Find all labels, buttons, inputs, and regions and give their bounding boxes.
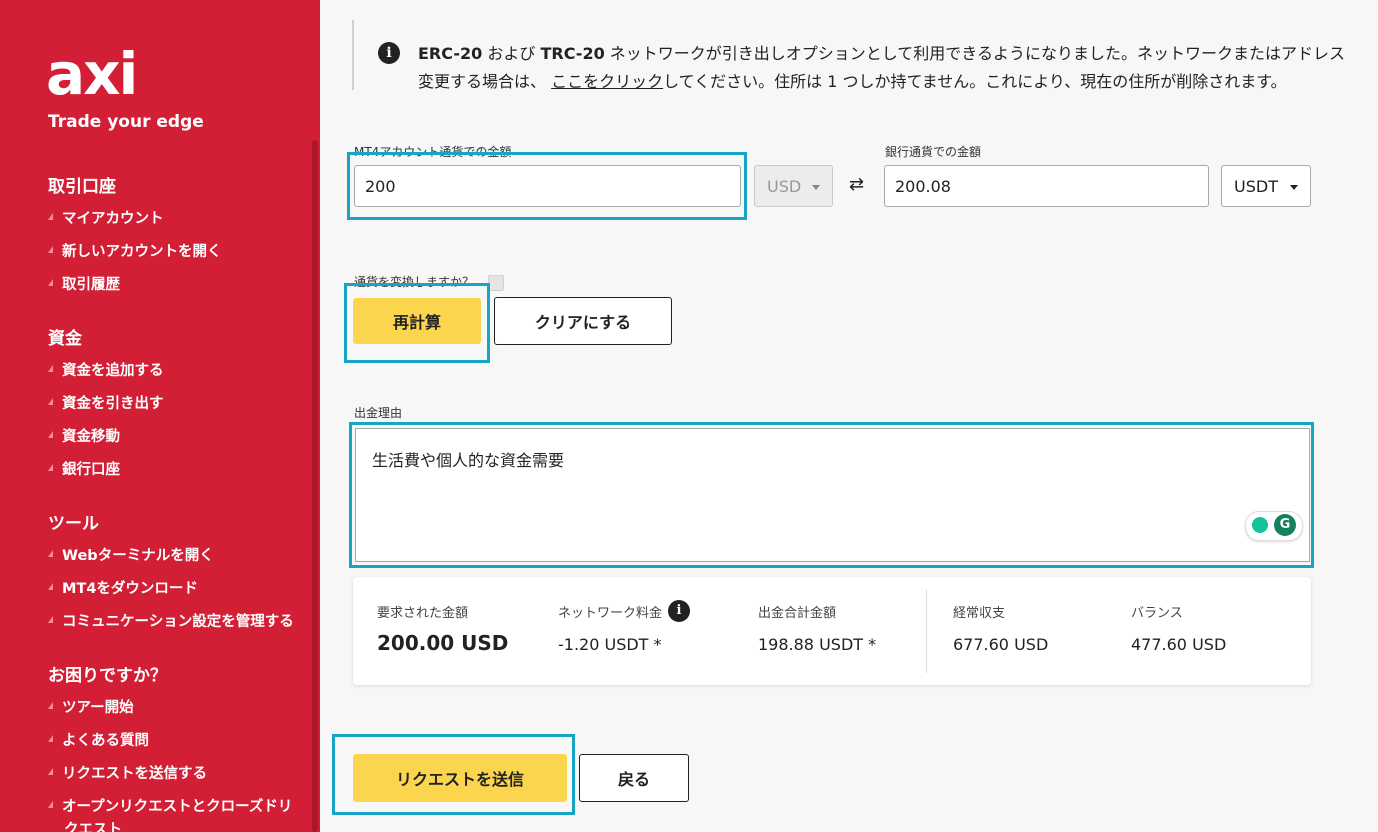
- info-icon: i: [378, 42, 400, 64]
- network-notice: i ERC-20 および TRC-20 ネットワークが引き出しオプションとして利…: [352, 20, 1378, 91]
- bullet-icon: [48, 431, 53, 438]
- clear-button[interactable]: クリアにする: [494, 297, 672, 345]
- tagline: Trade your edge: [48, 112, 204, 132]
- bank-currency-select[interactable]: USDT: [1221, 165, 1311, 207]
- bullet-icon: [48, 246, 53, 253]
- summary-requested: 要求された金額 200.00 USD: [377, 605, 509, 656]
- sidebar-item-transfer[interactable]: 資金移動: [48, 425, 120, 446]
- highlight-frame: [347, 152, 747, 220]
- mt4-currency-select[interactable]: USD: [754, 165, 833, 207]
- sidebar-item-trade-history[interactable]: 取引履歴: [48, 273, 120, 294]
- bullet-icon: [48, 616, 53, 623]
- highlight-frame: [344, 283, 490, 363]
- sidebar-item-communication[interactable]: コミュニケーション設定を管理する: [48, 610, 294, 631]
- sidebar-item-open-account[interactable]: 新しいアカウントを開く: [48, 240, 222, 261]
- withdrawal-summary: 要求された金額 200.00 USD ネットワーク料金 i -1.20 USDT …: [353, 577, 1311, 685]
- bullet-icon: [48, 735, 53, 742]
- chevron-down-icon: [1290, 185, 1298, 190]
- section-tools: ツール: [48, 514, 99, 534]
- chevron-down-icon: [812, 185, 820, 190]
- bullet-icon: [48, 801, 53, 808]
- highlight-frame: [349, 422, 1314, 568]
- sidebar-item-web-terminal[interactable]: Webターミナルを開く: [48, 544, 214, 565]
- click-here-link[interactable]: ここをクリック: [551, 72, 663, 91]
- summary-total: 出金合計金額 198.88 USDT *: [758, 605, 877, 655]
- section-funds: 資金: [48, 329, 82, 349]
- bullet-icon: [48, 213, 53, 220]
- axi-logo[interactable]: axi: [46, 44, 138, 104]
- summary-current-income: 経常収支 677.60 USD: [953, 605, 1049, 655]
- info-icon[interactable]: i: [668, 600, 691, 622]
- sidebar-item-send-request[interactable]: リクエストを送信する: [48, 762, 207, 783]
- sidebar: axi Trade your edge 取引口座 マイアカウント 新しいアカウン…: [0, 0, 320, 832]
- bank-amount-label: 銀行通貨での金額: [885, 145, 982, 159]
- sidebar-scrollbar[interactable]: [312, 140, 318, 832]
- sidebar-item-my-account[interactable]: マイアカウント: [48, 207, 164, 228]
- bullet-icon: [48, 398, 53, 405]
- bank-amount-input[interactable]: 200.08: [884, 165, 1209, 207]
- divider: [926, 589, 927, 673]
- sidebar-item-mt4-download[interactable]: MT4をダウンロード: [48, 577, 198, 598]
- sidebar-item-faq[interactable]: よくある質問: [48, 729, 149, 750]
- withdrawal-reason-label: 出金理由: [354, 406, 403, 420]
- summary-network-fee: ネットワーク料金 i -1.20 USDT *: [558, 600, 691, 654]
- sidebar-item-bank-account[interactable]: 銀行口座: [48, 458, 120, 479]
- bullet-icon: [48, 365, 53, 372]
- sidebar-item-deposit[interactable]: 資金を追加する: [48, 359, 164, 380]
- bullet-icon: [48, 702, 53, 709]
- bullet-icon: [48, 550, 53, 557]
- bullet-icon: [48, 279, 53, 286]
- section-help: お困りですか？: [48, 666, 167, 686]
- sidebar-item-open-closed-requests[interactable]: オープンリクエストとクローズドリ クエスト: [48, 795, 292, 832]
- section-trading-accounts: 取引口座: [48, 177, 116, 197]
- highlight-frame: [332, 734, 575, 815]
- convert-currency-checkbox[interactable]: [488, 275, 504, 291]
- back-button[interactable]: 戻る: [579, 754, 689, 802]
- bullet-icon: [48, 583, 53, 590]
- bullet-icon: [48, 464, 53, 471]
- summary-balance: バランス 477.60 USD: [1131, 605, 1227, 655]
- swap-icon[interactable]: ⇄: [849, 174, 864, 195]
- notice-text: ERC-20 および TRC-20 ネットワークが引き出しオプションとして利用で…: [418, 44, 1345, 91]
- sidebar-item-withdraw[interactable]: 資金を引き出す: [48, 392, 164, 413]
- bullet-icon: [48, 768, 53, 775]
- sidebar-item-tour[interactable]: ツアー開始: [48, 696, 134, 717]
